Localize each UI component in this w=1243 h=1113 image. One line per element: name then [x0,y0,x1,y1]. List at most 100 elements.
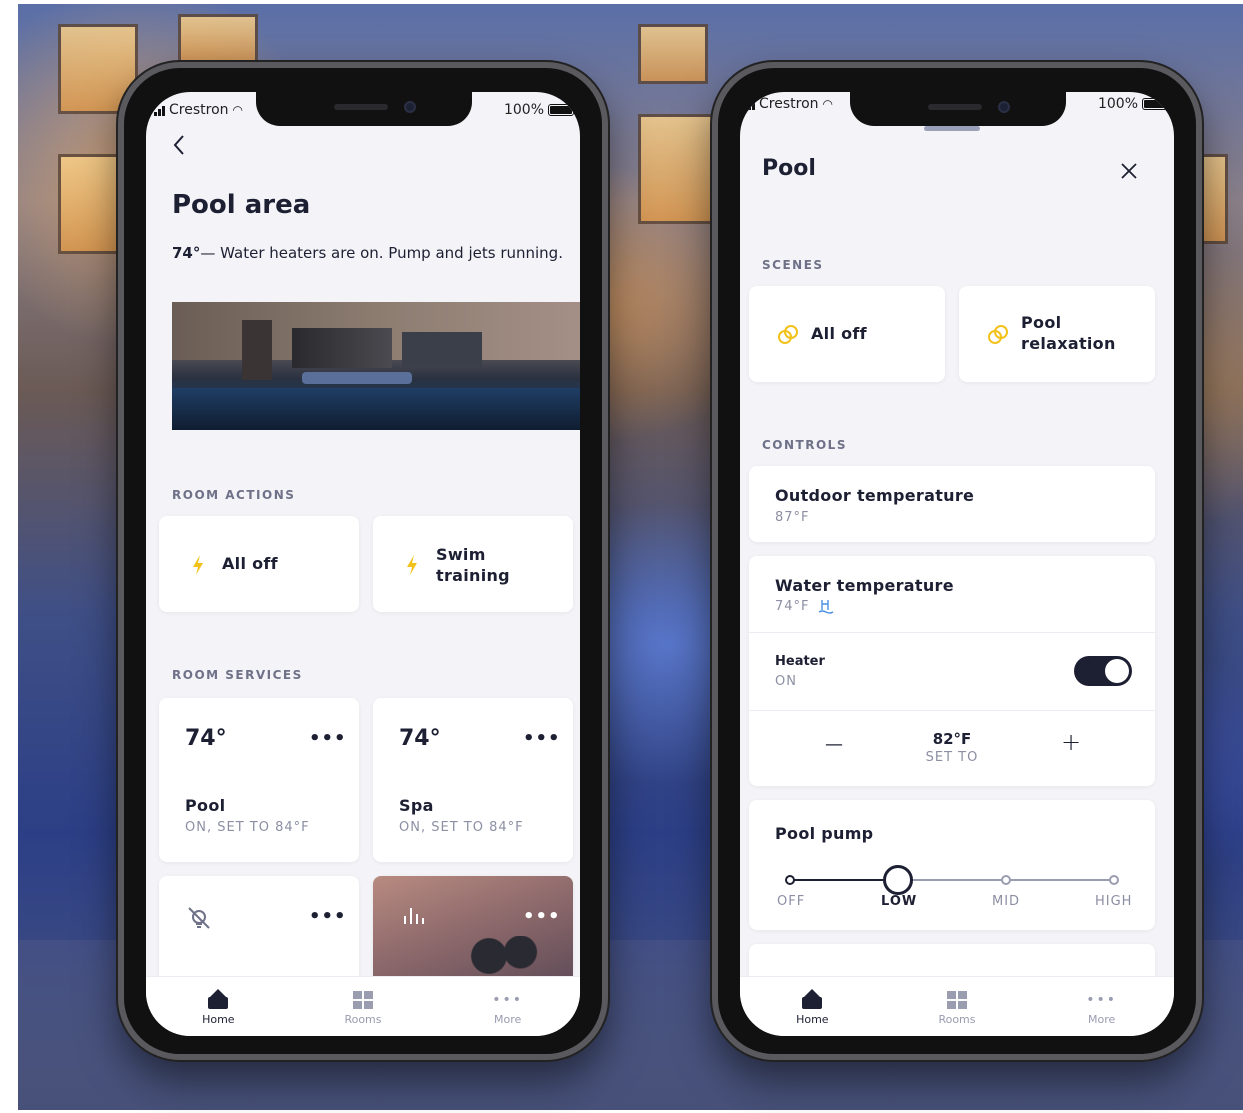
notch [850,92,1066,126]
more-icon: ••• [1086,992,1118,1008]
pump-level-low[interactable]: LOW [881,894,917,909]
battery: 100% [504,102,574,118]
left-phone: Crestron ◠ 100% Pool area 74°— Water hea… [118,62,608,1060]
service-temp: 74° [185,726,227,751]
scene-pool-relaxation[interactable]: Pool relaxation [959,286,1155,382]
service-pool[interactable]: 74° ••• Pool ON, SET TO 84°F [159,698,359,862]
increase-setpoint-button[interactable]: + [1061,728,1081,756]
service-name: Pool [185,796,226,815]
carrier-name: Crestron [759,96,819,112]
signal-icon [748,99,755,110]
tab-home[interactable]: Home [173,989,263,1026]
right-phone: Crestron ◠ 100% Pool SCENES All off Pool… [712,62,1202,1060]
battery: 100% [1098,96,1168,112]
heater-label: Heater [775,654,825,669]
scene-label: All off [811,324,867,343]
page-title: Pool area [172,190,311,220]
tab-more[interactable]: ••• More [1057,991,1147,1026]
tab-rooms[interactable]: Rooms [318,991,408,1026]
tab-more[interactable]: ••• More [463,991,553,1026]
light-off-icon [188,907,210,929]
slider-thumb[interactable] [883,865,913,895]
scenes-label: SCENES [762,258,824,272]
rooms-icon [946,991,967,1009]
back-button[interactable] [172,134,192,158]
outdoor-temperature-card: Outdoor temperature 87°F [749,466,1155,542]
tab-label: Rooms [938,1013,976,1026]
tab-home[interactable]: Home [767,989,857,1026]
battery-percent: 100% [1097,96,1138,112]
action-label: Swim training [436,545,510,585]
control-title: Water temperature [775,576,954,595]
pump-level-mid[interactable]: MID [992,894,1020,909]
more-options-icon[interactable]: ••• [309,728,347,749]
action-label: All off [222,554,278,573]
bolt-icon [193,555,203,575]
battery-percent: 100% [503,102,544,118]
room-services-label: ROOM SERVICES [172,668,303,682]
service-status: ON, SET TO 84°F [399,820,524,835]
battery-icon [548,104,574,116]
setpoint-label: SET TO [925,750,979,765]
summary-text: — Water heaters are on. Pump and jets ru… [200,244,563,262]
close-button[interactable] [1120,162,1142,184]
service-temp: 74° [399,726,441,751]
scene-all-off[interactable]: All off [749,286,945,382]
control-title: Outdoor temperature [775,486,975,505]
pool-photo [172,302,580,430]
wifi-icon: ◠ [822,97,833,111]
heater-toggle[interactable] [1074,656,1132,686]
more-options-icon[interactable]: ••• [523,906,561,927]
house-window [178,14,258,64]
house-window [638,24,708,84]
slider-stop-off[interactable] [785,875,795,885]
service-name: Spa [399,796,434,815]
rooms-icon [352,991,373,1009]
tab-label: Home [202,1013,235,1026]
carrier-name: Crestron [169,102,229,118]
water-value-row: 74°F [775,598,834,614]
slider-stop-mid[interactable] [1001,875,1011,885]
action-all-off[interactable]: All off [159,516,359,612]
more-options-icon[interactable]: ••• [309,906,347,927]
pump-level-high[interactable]: HIGH [1095,894,1132,909]
bolt-icon [407,555,417,575]
tab-rooms[interactable]: Rooms [912,991,1002,1026]
tab-label: More [494,1013,522,1026]
action-swim-training[interactable]: Swim training [373,516,573,612]
pool-ladder-icon [818,600,833,614]
carrier: Crestron ◠ [154,102,243,118]
control-value: 87°F [775,510,810,525]
service-status: ON, SET TO 84°F [185,820,310,835]
more-options-icon[interactable]: ••• [523,728,561,749]
control-value: 74°F [775,598,810,614]
slider-stop-high[interactable] [1109,875,1119,885]
slider-track-filled [789,879,897,881]
control-title: Pool pump [775,824,874,843]
service-spa[interactable]: 74° ••• Spa ON, SET TO 84°F [373,698,573,862]
chevron-left-icon [173,135,184,155]
wifi-icon: ◠ [232,103,243,117]
controls-label: CONTROLS [762,438,847,452]
tab-label: Rooms [344,1013,382,1026]
pool-pump-card: Pool pump OFF LOW MID HIGH [749,800,1155,930]
close-icon [1121,163,1137,179]
right-screen: Crestron ◠ 100% Pool SCENES All off Pool… [740,92,1174,1036]
rings-icon [778,325,798,344]
room-actions-label: ROOM ACTIONS [172,488,296,502]
signal-icon [154,105,165,116]
summary: 74°— Water heaters are on. Pump and jets… [172,244,563,262]
more-icon: ••• [492,992,524,1008]
summary-temp: 74° [172,244,201,262]
pump-slider[interactable] [785,865,1119,895]
water-temperature-card: Water temperature 74°F Heater ON — 82°F … [749,556,1155,786]
tab-bar: Home Rooms ••• More [740,976,1174,1036]
rings-icon [988,325,1008,344]
setpoint-value: 82°F [932,730,972,748]
pump-level-off[interactable]: OFF [777,894,805,909]
battery-icon [1142,98,1168,110]
sheet-grabber[interactable] [924,126,980,131]
home-icon [208,989,229,1009]
left-screen: Crestron ◠ 100% Pool area 74°— Water hea… [146,92,580,1036]
heater-status: ON [775,674,797,689]
